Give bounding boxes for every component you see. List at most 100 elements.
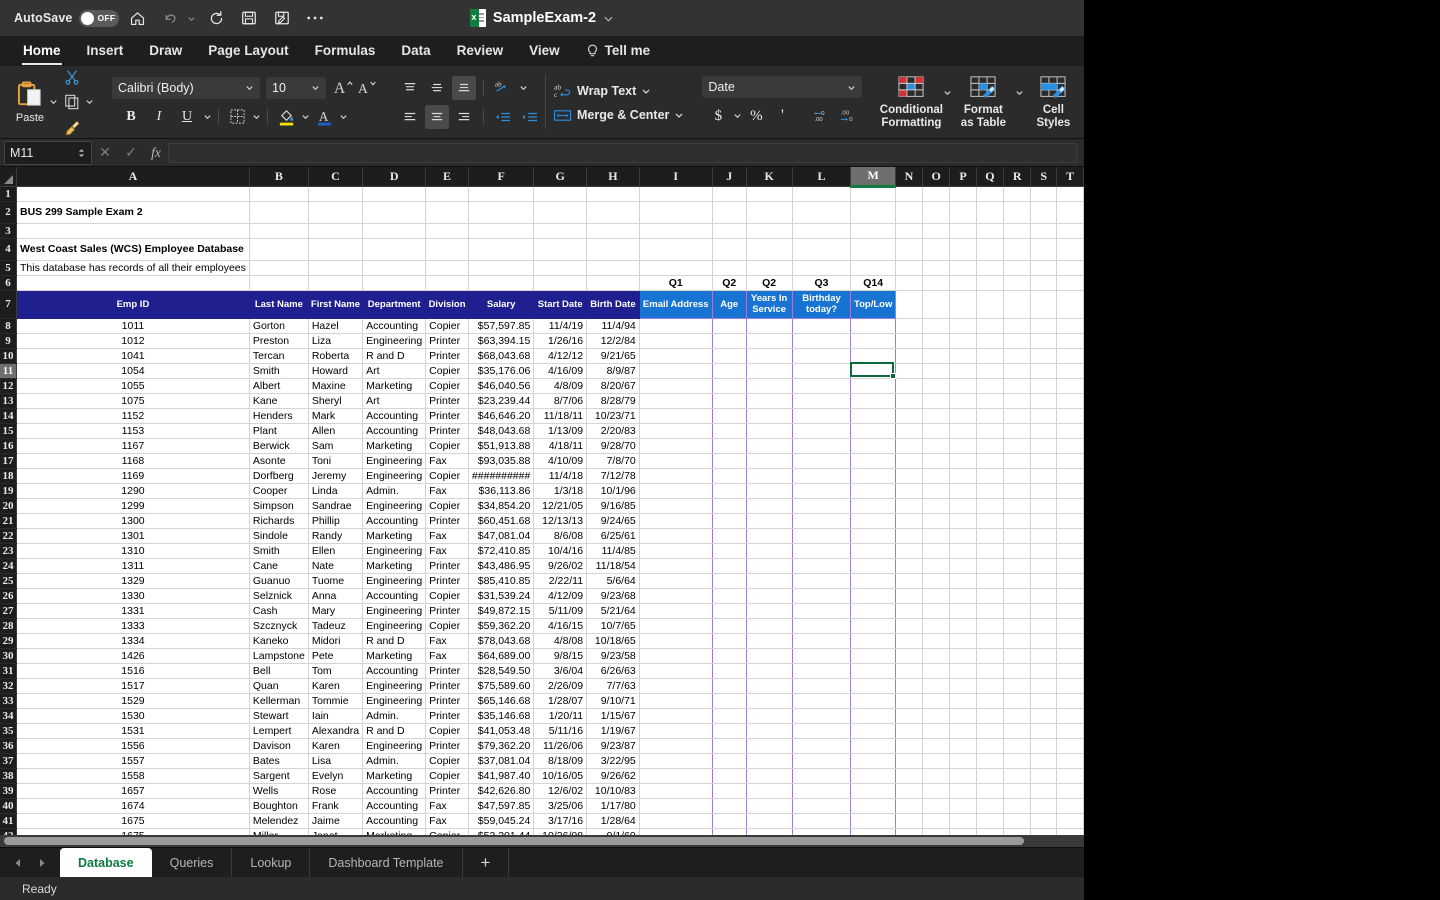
cell-S6[interactable] (1030, 275, 1058, 291)
cell-I27[interactable] (638, 603, 713, 619)
cell-R6[interactable] (1003, 275, 1032, 291)
align-center-button[interactable] (425, 104, 449, 129)
cell-C35[interactable]: Alexandra (308, 723, 364, 739)
cell-H19[interactable]: 10/1/96 (586, 483, 640, 499)
cell-A39[interactable]: 1657 (16, 783, 250, 799)
cell-B40[interactable]: Boughton (249, 798, 309, 814)
cell-J30[interactable] (712, 648, 747, 664)
column-header-b[interactable]: B (249, 167, 309, 187)
cell-D17[interactable]: Engineering (362, 453, 427, 469)
sheet-tab-database[interactable]: Database (60, 848, 152, 877)
cell-B11[interactable]: Smith (249, 363, 309, 379)
cell-B9[interactable]: Preston (249, 333, 309, 349)
cell-J33[interactable] (712, 693, 747, 709)
cell-F40[interactable]: $47,597.85 (468, 798, 535, 814)
cell-A25[interactable]: 1329 (16, 573, 250, 589)
row-header-35[interactable]: 35 (0, 723, 18, 739)
row-header-11[interactable]: 11 (0, 363, 18, 379)
cell-O6[interactable] (922, 275, 951, 291)
cell-K41[interactable] (746, 813, 793, 829)
cell-M29[interactable] (850, 633, 896, 649)
header-cell-E7[interactable]: Division (425, 290, 469, 319)
cell-A18[interactable]: 1169 (16, 468, 250, 484)
align-right-button[interactable] (452, 105, 476, 129)
align-bottom-button[interactable] (452, 75, 476, 100)
cell-B6[interactable] (249, 275, 309, 291)
cell-C20[interactable]: Sandrae (308, 498, 364, 514)
cell-G14[interactable]: 11/18/11 (533, 408, 588, 424)
cell-Q4[interactable] (976, 238, 1005, 261)
cell-D22[interactable]: Marketing (362, 528, 427, 544)
row-header-9[interactable]: 9 (0, 333, 18, 349)
cell-E20[interactable]: Copier (425, 498, 469, 514)
cell-M10[interactable] (850, 348, 896, 364)
cell-H3[interactable] (586, 223, 640, 239)
cell-F31[interactable]: $28,549.50 (468, 663, 535, 679)
cell-O40[interactable] (922, 798, 951, 814)
cell-K39[interactable] (746, 783, 793, 799)
cell-B25[interactable]: Guanuo (249, 573, 309, 589)
cell-C5[interactable] (308, 260, 364, 276)
cell-Q34[interactable] (976, 708, 1005, 724)
cell-G41[interactable]: 3/17/16 (533, 813, 588, 829)
cell-E28[interactable]: Copier (425, 618, 469, 634)
cell-D38[interactable]: Marketing (362, 768, 427, 784)
cell-S11[interactable] (1030, 363, 1058, 379)
cell-J3[interactable] (712, 223, 747, 239)
cell-O42[interactable] (922, 828, 951, 835)
cell-A11[interactable]: 1054 (16, 363, 250, 379)
cell-O17[interactable] (922, 453, 951, 469)
cell-I32[interactable] (638, 678, 713, 694)
cell-R34[interactable] (1003, 708, 1032, 724)
cell-H37[interactable]: 3/22/95 (586, 753, 640, 769)
cell-K5[interactable] (746, 260, 793, 276)
cell-T14[interactable] (1056, 408, 1084, 424)
row-header-30[interactable]: 30 (0, 648, 18, 664)
cell-G8[interactable]: 11/4/19 (533, 318, 588, 334)
cell-T32[interactable] (1056, 678, 1084, 694)
cell-L41[interactable] (792, 813, 852, 829)
cell-R22[interactable] (1003, 528, 1032, 544)
cell-L25[interactable] (792, 573, 852, 589)
cell-M1[interactable] (850, 186, 896, 202)
decrease-indent-button[interactable] (491, 105, 515, 129)
cell-G18[interactable]: 11/4/18 (533, 468, 588, 484)
cell-C11[interactable]: Howard (308, 363, 364, 379)
column-header-s[interactable]: S (1030, 167, 1058, 187)
cell-P24[interactable] (949, 558, 977, 574)
cell-O3[interactable] (922, 223, 951, 239)
cell-L38[interactable] (792, 768, 852, 784)
cell-R26[interactable] (1003, 588, 1032, 604)
cell-R3[interactable] (1003, 223, 1032, 239)
cell-H22[interactable]: 6/25/61 (586, 528, 640, 544)
cell-L31[interactable] (792, 663, 852, 679)
cell-O12[interactable] (922, 378, 951, 394)
cell-H27[interactable]: 5/21/64 (586, 603, 640, 619)
cell-D20[interactable]: Engineering (362, 498, 427, 514)
cell-T37[interactable] (1056, 753, 1084, 769)
cell-K12[interactable] (746, 378, 793, 394)
cell-T10[interactable] (1056, 348, 1084, 364)
cell-J37[interactable] (712, 753, 747, 769)
add-sheet-button[interactable]: + (463, 848, 510, 877)
cell-B34[interactable]: Stewart (249, 708, 309, 724)
cell-K1[interactable] (746, 186, 793, 202)
cell-N32[interactable] (895, 678, 923, 694)
cell-I2[interactable] (639, 201, 713, 224)
cell-L17[interactable] (792, 453, 852, 469)
cell-O7[interactable] (922, 290, 951, 319)
cell-T19[interactable] (1056, 483, 1084, 499)
cell-O41[interactable] (922, 813, 951, 829)
cell-R19[interactable] (1003, 483, 1032, 499)
cell-S8[interactable] (1030, 318, 1058, 334)
cell-J18[interactable] (712, 468, 747, 484)
cell-K19[interactable] (746, 483, 793, 499)
cell-J21[interactable] (712, 513, 747, 529)
cell-I8[interactable] (638, 318, 713, 334)
tab-page-layout[interactable]: Page Layout (195, 36, 301, 66)
cell-M35[interactable] (850, 723, 896, 739)
cell-D10[interactable]: R and D (362, 348, 427, 364)
cell-M28[interactable] (850, 618, 896, 634)
tab-review[interactable]: Review (444, 36, 517, 66)
row-header-18[interactable]: 18 (0, 468, 18, 484)
